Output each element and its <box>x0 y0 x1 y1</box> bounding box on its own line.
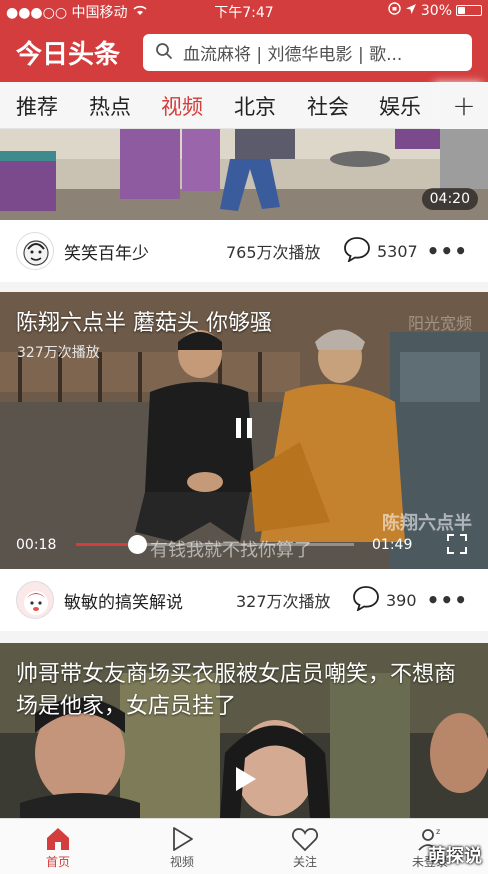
avatar[interactable] <box>16 232 54 270</box>
site-watermark: 萌探说 <box>428 846 482 867</box>
battery-percent: 30% <box>420 2 452 19</box>
channel-tabs: 推荐 热点 视频 北京 社会 娱乐 + <box>0 82 488 129</box>
play-icon <box>226 767 262 801</box>
bottom-navigation: 首页 视频 关注 z 未登录 <box>0 818 488 874</box>
video-player-2[interactable]: 陈翔六点半 蘑菇头 你够骚 327万次播放 阳光宽频 陈翔六点半 有钱我就不找你… <box>0 292 488 569</box>
tab-video[interactable]: 视频 <box>161 91 203 121</box>
fullscreen-button[interactable] <box>446 533 468 559</box>
video-2-meta: 敏敏的搞笑解说 327万次播放 390 ••• <box>0 569 488 631</box>
app-header: 今日头条 血流麻将 | 刘德华电影 | 歌... <box>0 22 488 82</box>
comment-count: 5307 <box>377 241 418 261</box>
app-logo[interactable]: 今日头条 <box>16 34 120 71</box>
search-placeholder: 血流麻将 | 刘德华电影 | 歌... <box>183 45 403 65</box>
progress-track[interactable] <box>76 535 354 554</box>
heart-icon <box>265 825 345 853</box>
channel-watermark: 阳光宽频 <box>407 314 472 333</box>
comment-icon <box>343 236 371 266</box>
tab-society[interactable]: 社会 <box>307 91 349 121</box>
search-icon <box>155 42 173 64</box>
video-thumbnail-1[interactable]: 04:20 <box>0 129 488 220</box>
nav-follow-label: 关注 <box>292 855 317 869</box>
total-time: 01:49 <box>372 537 413 553</box>
current-time: 00:18 <box>16 537 57 553</box>
view-count: 765万次播放 <box>226 243 321 262</box>
show-watermark: 陈翔六点半 <box>382 513 472 534</box>
search-bar[interactable]: 血流麻将 | 刘德华电影 | 歌... <box>143 34 472 71</box>
comment-button[interactable]: 390 <box>352 585 417 615</box>
fullscreen-icon <box>446 534 468 559</box>
more-options-icon[interactable]: ••• <box>427 239 468 263</box>
tab-entertainment[interactable]: 娱乐 <box>379 91 421 121</box>
battery-icon <box>456 5 482 16</box>
comment-button[interactable]: 5307 <box>343 236 418 266</box>
nav-home[interactable]: 首页 <box>18 825 98 870</box>
video-thumbnail-3[interactable]: 帅哥带女友商场买衣服被女店员嘲笑，不想商场是他家，女店员挂了 <box>0 643 488 818</box>
nav-follow[interactable]: 关注 <box>265 825 345 870</box>
view-count: 327万次播放 <box>236 592 331 611</box>
video-play-icon <box>142 825 222 853</box>
nav-video-label: 视频 <box>169 855 194 869</box>
comment-icon <box>352 585 380 615</box>
home-icon <box>18 825 98 853</box>
add-channel-button[interactable]: + <box>440 82 488 129</box>
nav-video[interactable]: 视频 <box>142 825 222 870</box>
comment-count: 390 <box>386 590 417 610</box>
video-title: 帅哥带女友商场买衣服被女店员嘲笑，不想商场是他家，女店员挂了 <box>16 662 457 719</box>
video-duration: 04:20 <box>421 188 478 210</box>
pause-button[interactable] <box>226 410 262 450</box>
video-1-scene <box>0 129 488 220</box>
avatar[interactable] <box>16 581 54 619</box>
author-name[interactable]: 敏敏的搞笑解说 <box>64 588 183 613</box>
svg-text:z: z <box>436 827 440 836</box>
video-1-meta: 笑笑百年少 765万次播放 5307 ••• <box>0 220 488 282</box>
author-name[interactable]: 笑笑百年少 <box>64 239 149 264</box>
tab-recommend[interactable]: 推荐 <box>16 91 58 121</box>
video-view-count: 327万次播放 <box>17 345 100 361</box>
nav-home-label: 首页 <box>45 855 70 869</box>
tab-beijing[interactable]: 北京 <box>234 91 276 121</box>
video-title: 陈翔六点半 蘑菇头 你够骚 <box>16 311 272 336</box>
tab-hot[interactable]: 热点 <box>89 91 131 121</box>
subtitle-text: 有钱我就不找你算了 <box>150 540 312 561</box>
orientation-lock-icon <box>388 2 401 19</box>
location-arrow-icon <box>405 3 417 19</box>
pause-icon <box>234 416 254 444</box>
status-bar: ●●●○○ 中国移动 下午7:47 30% <box>0 0 488 22</box>
play-button[interactable] <box>226 761 262 801</box>
more-options-icon[interactable]: ••• <box>427 588 468 612</box>
